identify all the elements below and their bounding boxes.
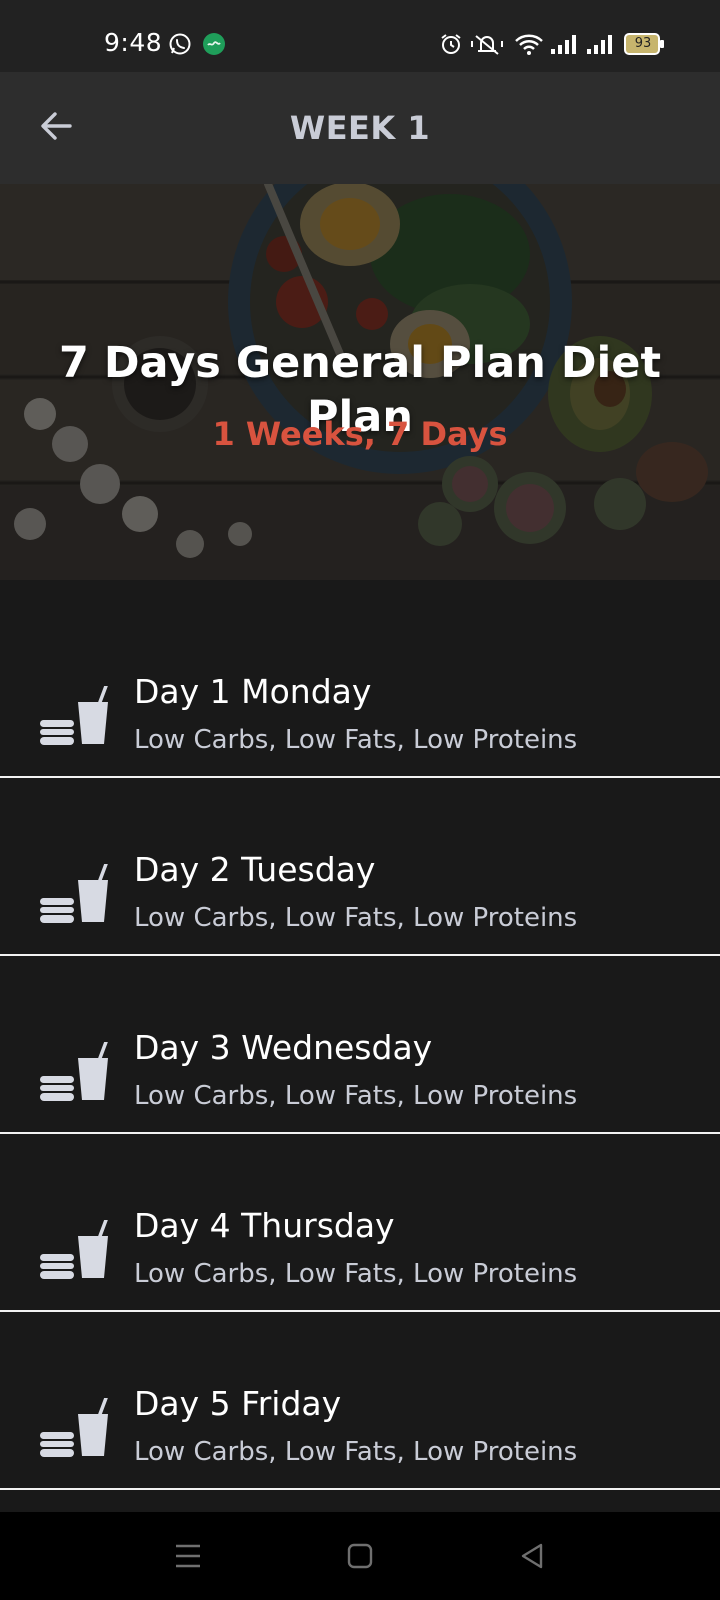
signal-icon xyxy=(550,34,578,58)
battery-level: 93 xyxy=(634,36,652,51)
page-title: WEEK 1 xyxy=(289,109,431,147)
burger-drink-icon xyxy=(38,862,112,926)
day-title: Day 3 Wednesday xyxy=(134,1028,433,1067)
back-triangle-icon xyxy=(521,1543,543,1569)
day-macros: Low Carbs, Low Fats, Low Proteins xyxy=(134,1437,578,1467)
list-item-day-3[interactable]: Day 3 Wednesday Low Carbs, Low Fats, Low… xyxy=(0,956,720,1134)
menu-icon xyxy=(176,1544,200,1568)
alarm-icon xyxy=(440,33,462,59)
burger-drink-icon xyxy=(38,684,112,748)
home-icon xyxy=(347,1543,373,1569)
day-macros: Low Carbs, Low Fats, Low Proteins xyxy=(134,1259,578,1289)
app-notification-icon xyxy=(202,32,226,60)
day-macros: Low Carbs, Low Fats, Low Proteins xyxy=(134,903,578,933)
list-item-day-5[interactable]: Day 5 Friday Low Carbs, Low Fats, Low Pr… xyxy=(0,1312,720,1490)
list-item-day-1[interactable]: Day 1 Monday Low Carbs, Low Fats, Low Pr… xyxy=(0,600,720,778)
plan-duration: 1 Weeks, 7 Days xyxy=(212,415,508,453)
day-title: Day 2 Tuesday xyxy=(134,850,376,889)
whatsapp-icon xyxy=(168,32,192,60)
day-macros: Low Carbs, Low Fats, Low Proteins xyxy=(134,1081,578,1111)
burger-drink-icon xyxy=(38,1396,112,1460)
system-back-button[interactable] xyxy=(512,1536,552,1576)
list-item-day-2[interactable]: Day 2 Tuesday Low Carbs, Low Fats, Low P… xyxy=(0,778,720,956)
wifi-icon xyxy=(514,32,544,60)
list-item-day-4[interactable]: Day 4 Thursday Low Carbs, Low Fats, Low … xyxy=(0,1134,720,1312)
day-title: Day 4 Thursday xyxy=(134,1206,395,1245)
menu-button[interactable] xyxy=(168,1536,208,1576)
home-button[interactable] xyxy=(340,1536,380,1576)
mute-icon xyxy=(470,32,504,60)
signal-icon xyxy=(586,34,614,58)
day-title: Day 1 Monday xyxy=(134,672,372,711)
burger-drink-icon xyxy=(38,1218,112,1282)
day-title: Day 5 Friday xyxy=(134,1384,342,1423)
burger-drink-icon xyxy=(38,1040,112,1104)
status-bar: 9:48 93 xyxy=(0,0,720,72)
status-time: 9:48 xyxy=(104,28,163,57)
day-macros: Low Carbs, Low Fats, Low Proteins xyxy=(134,725,578,755)
